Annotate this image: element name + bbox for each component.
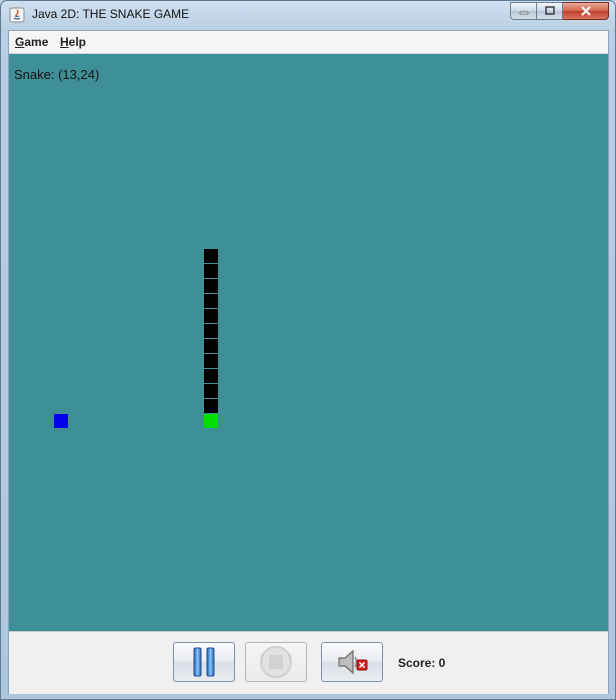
minimize-button[interactable] bbox=[510, 2, 537, 20]
snake-segment bbox=[204, 309, 219, 324]
snake-segment bbox=[204, 279, 219, 294]
menu-help-rest: elp bbox=[68, 35, 87, 49]
control-panel: Score: 0 bbox=[9, 631, 608, 694]
maximize-button[interactable] bbox=[537, 2, 563, 20]
stop-button[interactable] bbox=[245, 642, 307, 682]
pause-button[interactable] bbox=[173, 642, 235, 682]
menu-game-rest: ame bbox=[24, 35, 49, 49]
minimize-icon bbox=[519, 11, 528, 15]
client-area: Game Help Snake: (13,24) Score: 0 bbox=[8, 30, 609, 694]
snake-segment bbox=[204, 369, 219, 384]
snake-segment bbox=[204, 324, 219, 339]
speaker-muted-icon bbox=[338, 649, 368, 675]
window-title: Java 2D: THE SNAKE GAME bbox=[32, 7, 190, 21]
menu-help-mnemonic: H bbox=[60, 35, 69, 49]
snake-segment bbox=[204, 249, 219, 264]
score-label: Score: 0 bbox=[398, 656, 446, 670]
sound-toggle-button[interactable] bbox=[321, 642, 383, 682]
app-window: Java 2D: THE SNAKE GAME Game Help Snake:… bbox=[0, 0, 616, 700]
stop-icon bbox=[260, 646, 292, 678]
close-icon bbox=[580, 6, 591, 16]
close-button[interactable] bbox=[563, 2, 609, 20]
snake-segment bbox=[204, 339, 219, 354]
game-board[interactable]: Snake: (13,24) bbox=[9, 54, 608, 631]
menu-bar: Game Help bbox=[9, 31, 608, 54]
snake-segment bbox=[204, 294, 219, 309]
menu-game[interactable]: Game bbox=[15, 35, 48, 49]
snake-segment bbox=[204, 264, 219, 279]
window-controls bbox=[510, 2, 609, 21]
snake-position-label: Snake: (13,24) bbox=[14, 67, 100, 82]
menu-game-mnemonic: G bbox=[15, 35, 25, 49]
snake-head bbox=[204, 414, 219, 429]
pause-icon bbox=[193, 647, 215, 677]
title-bar[interactable]: Java 2D: THE SNAKE GAME bbox=[1, 1, 615, 29]
snake-segment bbox=[204, 399, 219, 414]
snake-segment bbox=[204, 354, 219, 369]
menu-help[interactable]: Help bbox=[60, 35, 86, 49]
maximize-icon bbox=[544, 6, 555, 15]
food-item bbox=[54, 414, 68, 428]
java-app-icon bbox=[9, 7, 25, 23]
snake-segment bbox=[204, 384, 219, 399]
